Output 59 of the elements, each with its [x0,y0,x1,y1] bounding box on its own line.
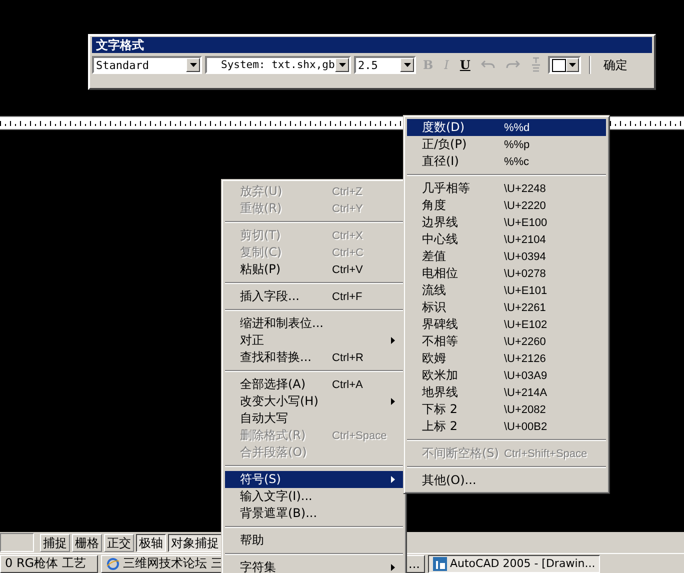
menu-item[interactable]: 中心线 \U+2104 [407,231,606,248]
dropdown-arrow-icon [338,63,346,67]
coordinate-field [0,533,34,552]
menu-item[interactable]: 缩进和制表位... [225,315,403,332]
menu-item[interactable]: 欧米加 \U+03A9 [407,367,606,384]
menu-item[interactable]: 自动大写 [225,410,403,427]
status-toggle-button[interactable]: 极轴 [136,534,166,552]
font-dropdown[interactable]: System: txt.shx,gb [205,56,351,74]
menu-item[interactable]: 差值 \U+0394 [407,248,606,265]
menu-item[interactable]: 下标 2 \U+2082 [407,401,606,418]
submenu-arrow-icon [391,337,395,344]
menu-item[interactable]: 查找和替换... Ctrl+R [225,349,403,366]
menu-item[interactable]: 上标 2 \U+00B2 [407,418,606,435]
ok-button[interactable]: 确定 [599,56,632,74]
status-toggle-button[interactable]: 对象捕捉 [168,534,222,552]
submenu-arrow-icon [391,564,395,571]
menu-item[interactable]: 正/负(P) %%p [407,136,606,153]
menu-item[interactable]: 边界线 \U+E100 [407,214,606,231]
height-dropdown[interactable]: 2.5 [354,56,416,74]
app-icon [433,556,447,570]
style-dropdown[interactable]: Standard [92,56,202,74]
menu-item[interactable]: 背景遮罩(B)... [225,505,403,522]
color-dropdown[interactable] [548,56,582,74]
menu-item[interactable]: 流线 \U+E101 [407,282,606,299]
dropdown-arrow-icon [190,63,196,67]
underline-button[interactable]: U [456,56,474,74]
menu-item[interactable]: 角度 \U+2220 [407,197,606,214]
menu-item[interactable]: 插入字段... Ctrl+F [225,288,403,305]
redo-icon[interactable] [506,59,520,71]
menu-item[interactable]: 对正 [225,332,403,349]
status-toggle-button[interactable]: 捕捉 [40,534,70,552]
menu-item[interactable]: 其他(O)... [407,472,606,489]
toolbar-title: 文字格式 [92,37,652,53]
menu-item[interactable]: 直径(I) %%c [407,153,606,170]
submenu-arrow-icon [391,476,395,483]
menu-item[interactable]: 界碑线 \U+E102 [407,316,606,333]
status-toggle-button[interactable]: 栅格 [72,534,102,552]
taskbar-button[interactable]: 0 RG枪体 工艺 [0,554,98,572]
browser-icon [106,556,120,570]
menu-item[interactable]: 标识 \U+2261 [407,299,606,316]
menu-item[interactable]: 不相等 \U+2260 [407,333,606,350]
menu-item[interactable]: 度数(D) %%d [407,119,606,136]
taskbar-button[interactable]: AutoCAD 2005 - [Drawin... [428,554,600,572]
stack-icon[interactable] [531,57,542,73]
dropdown-arrow-icon [569,63,576,67]
status-toggle-button[interactable]: 正交 [104,534,134,552]
undo-icon[interactable] [481,59,496,71]
menu-item[interactable]: 电相位 \U+0278 [407,265,606,282]
menu-item[interactable]: 改变大小写(H) [225,393,403,410]
menu-item[interactable]: 粘贴(P) Ctrl+V [225,261,403,278]
menu-item[interactable]: 输入文字(I)... [225,488,403,505]
menu-item[interactable]: 全部选择(A) Ctrl+A [225,376,403,393]
submenu-arrow-icon [391,398,395,405]
menu-item[interactable]: 地界线 \U+214A [407,384,606,401]
dropdown-arrow-icon [404,63,410,67]
menu-item[interactable]: 几乎相等 \U+2248 [407,180,606,197]
menu-item[interactable]: 符号(S) [225,471,403,488]
menu-item[interactable]: 欧姆 \U+2126 [407,350,606,367]
menu-item[interactable]: 帮助 [225,532,403,549]
